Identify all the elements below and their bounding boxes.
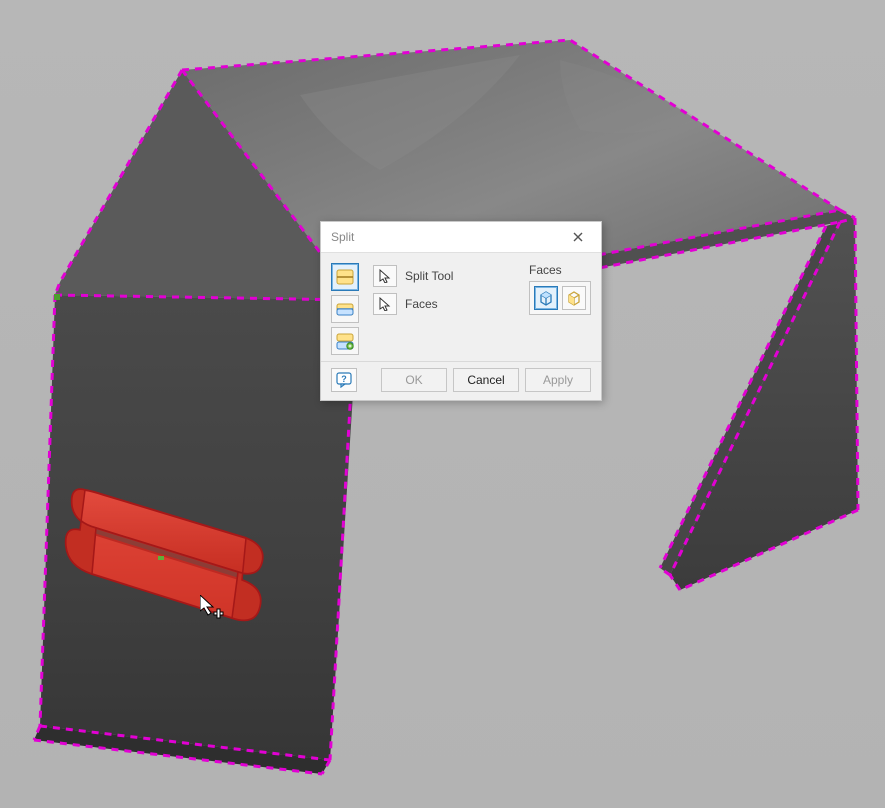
- viewport-3d[interactable]: [0, 0, 885, 808]
- split-tool-picker[interactable]: [373, 265, 397, 287]
- faces-option-box: [529, 281, 591, 315]
- split-dialog: Split: [320, 221, 602, 401]
- split-tool-label: Split Tool: [405, 269, 453, 283]
- selection-column: Split Tool Faces: [373, 263, 453, 315]
- cube-select-face-icon: [565, 289, 583, 307]
- cube-all-faces-icon: [537, 289, 555, 307]
- dialog-title: Split: [331, 230, 561, 244]
- close-button[interactable]: [561, 226, 595, 248]
- faces-selector-label: Faces: [405, 297, 438, 311]
- apply-button[interactable]: Apply: [525, 368, 591, 392]
- faces-select-button[interactable]: [562, 286, 586, 310]
- cancel-button[interactable]: Cancel: [453, 368, 519, 392]
- help-button[interactable]: ?: [331, 368, 357, 392]
- origin-marker: [54, 294, 60, 300]
- faces-picker[interactable]: [373, 293, 397, 315]
- bracket-right-face[interactable]: [670, 210, 858, 590]
- close-icon: [573, 232, 583, 242]
- split-solid-icon: [335, 331, 355, 351]
- faces-group-label: Faces: [529, 263, 591, 277]
- pointer-icon: [378, 269, 392, 283]
- dialog-titlebar[interactable]: Split: [321, 222, 601, 253]
- split-tool-row: Split Tool: [373, 265, 453, 287]
- faces-group: Faces: [529, 263, 591, 315]
- faces-all-button[interactable]: [534, 286, 558, 310]
- trim-solid-icon: [335, 299, 355, 319]
- faces-row: Faces: [373, 293, 453, 315]
- svg-text:?: ?: [341, 374, 347, 384]
- mode-split-solid-button[interactable]: [331, 327, 359, 355]
- ok-button[interactable]: OK: [381, 368, 447, 392]
- dialog-footer: ? OK Cancel Apply: [321, 361, 601, 400]
- pointer-icon: [378, 297, 392, 311]
- mode-trim-solid-button[interactable]: [331, 295, 359, 323]
- split-face-icon: [335, 267, 355, 287]
- mode-split-face-button[interactable]: [331, 263, 359, 291]
- split-mode-column: [331, 263, 359, 355]
- help-prompt-icon: ?: [336, 372, 352, 388]
